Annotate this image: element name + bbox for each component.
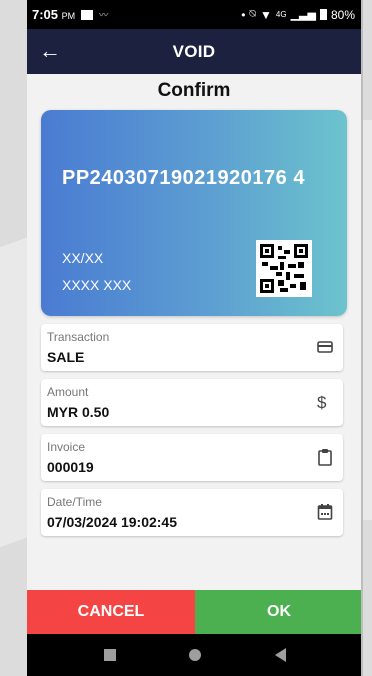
- credit-card-icon: [317, 341, 333, 353]
- field-value: SALE: [47, 349, 85, 365]
- confirm-heading: Confirm: [157, 80, 231, 101]
- transaction-field[interactable]: Transaction SALE: [41, 324, 343, 371]
- field-value: 07/03/2024 19:02:45: [47, 514, 177, 530]
- ok-button[interactable]: OK: [195, 590, 361, 634]
- phone-screen: 7:05 PM 〰 • ⍉ ▼ 4G ▁▃▅ 80% ← VOID Confir…: [27, 0, 363, 676]
- signal-icon: ▁▃▅: [290, 9, 316, 21]
- recent-apps-icon[interactable]: [103, 649, 116, 661]
- system-nav-bar: [27, 634, 361, 676]
- datetime-field[interactable]: Date/Time 07/03/2024 19:02:45: [41, 489, 343, 536]
- calendar-icon: [317, 504, 333, 520]
- card-number: PP24030719021920176 4: [62, 167, 305, 189]
- field-label: Invoice: [47, 440, 86, 454]
- battery-percent: 80%: [330, 7, 355, 22]
- dollar-icon: $: [317, 393, 327, 412]
- cancel-button[interactable]: CANCEL: [27, 590, 195, 634]
- status-time: 7:05 PM: [32, 7, 76, 22]
- field-label: Transaction: [47, 330, 110, 344]
- action-buttons: CANCEL OK: [27, 590, 361, 634]
- field-value: 000019: [47, 459, 94, 475]
- page-title: VOID: [172, 41, 216, 61]
- card-expiry: XX/XX: [62, 250, 104, 266]
- qr-code-icon: [256, 240, 312, 297]
- wifi-icon: ▼: [260, 7, 272, 22]
- field-label: Amount: [47, 385, 89, 399]
- clipboard-icon: [318, 449, 332, 466]
- field-label: Date/Time: [47, 495, 102, 509]
- status-bar: 7:05 PM 〰 • ⍉ ▼ 4G ▁▃▅ 80%: [27, 0, 361, 29]
- arrow-left-icon[interactable]: ←: [39, 38, 61, 64]
- status-dot: •: [241, 7, 246, 22]
- home-icon[interactable]: [189, 649, 202, 661]
- battery-icon: [319, 9, 327, 20]
- amount-field[interactable]: Amount MYR 0.50 $: [41, 379, 343, 426]
- cast-icon: 〰: [99, 10, 109, 20]
- image-notification-icon: [81, 9, 94, 20]
- back-triangle-icon[interactable]: [275, 648, 287, 662]
- app-bar: ← VOID: [27, 29, 361, 74]
- field-value: MYR 0.50: [47, 404, 110, 420]
- alarm-off-icon: ⍉: [249, 8, 257, 20]
- payment-card: PP24030719021920176 4 XX/XX XXXX XXX: [41, 110, 347, 316]
- network-label: 4G: [275, 10, 287, 19]
- invoice-field[interactable]: Invoice 000019: [41, 434, 343, 481]
- card-holder-name: XXXX XXX: [62, 277, 132, 293]
